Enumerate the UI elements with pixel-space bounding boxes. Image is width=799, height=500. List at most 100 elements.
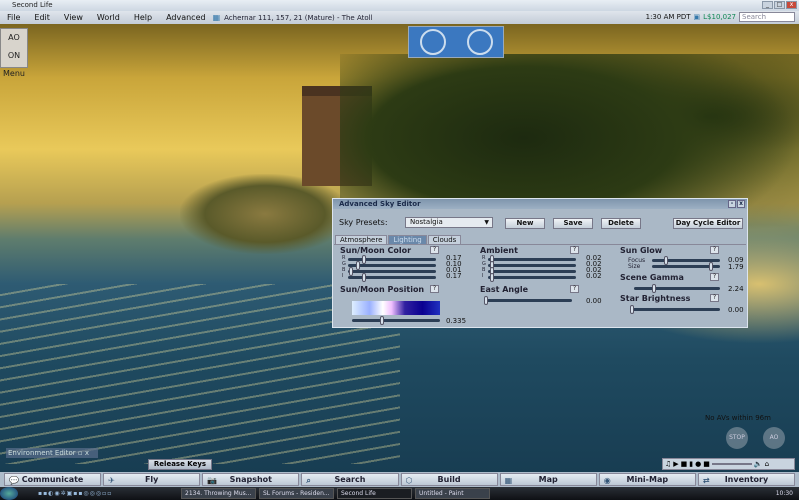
toolbar-snapshot-button[interactable]: 📷 Snapshot bbox=[202, 473, 300, 486]
toolbar-fly-button[interactable]: ✈ Fly bbox=[103, 473, 201, 486]
menu-file[interactable]: File bbox=[0, 13, 27, 22]
buy-currency-icon[interactable]: ▣ bbox=[694, 13, 701, 21]
play-icon[interactable]: ▶ bbox=[673, 460, 678, 468]
parcel-icon[interactable]: ▦ bbox=[213, 13, 221, 22]
minimize-panel-button[interactable]: - bbox=[728, 200, 736, 208]
day-cycle-editor-button[interactable]: Day Cycle Editor bbox=[673, 218, 743, 229]
ao-menu-button[interactable]: Menu bbox=[1, 65, 27, 83]
media-stop-icon[interactable]: ■ bbox=[703, 460, 710, 468]
slider-handle[interactable] bbox=[489, 273, 494, 282]
toolbar-build-button[interactable]: ⬡ Build bbox=[400, 473, 498, 486]
slider-handle[interactable] bbox=[356, 261, 361, 270]
ambient-b-slider[interactable] bbox=[488, 267, 576, 276]
restore-icon[interactable]: ▫ bbox=[78, 449, 83, 457]
toolbar-icon: ⌕ bbox=[306, 476, 311, 485]
channel-label: I bbox=[342, 273, 344, 279]
panel-title: Advanced Sky Editor bbox=[339, 200, 421, 208]
slider-handle[interactable] bbox=[348, 267, 353, 276]
stop-flying-button[interactable]: STOP bbox=[726, 427, 748, 449]
toolbar-communicate-button[interactable]: 💬 Communicate bbox=[4, 473, 102, 486]
slider-handle[interactable] bbox=[484, 296, 488, 305]
toolbar-icon: ◉ bbox=[603, 476, 611, 485]
slider-handle[interactable] bbox=[380, 316, 385, 325]
speaker-icon[interactable]: 🔈 bbox=[754, 460, 763, 468]
slider-handle[interactable] bbox=[362, 273, 367, 282]
release-keys-button[interactable]: Release Keys bbox=[148, 459, 212, 470]
tab-lighting[interactable]: Lighting bbox=[388, 235, 427, 244]
radar-status: No AVs within 96m bbox=[705, 414, 771, 422]
tab-clouds[interactable]: Clouds bbox=[427, 235, 462, 244]
sun-moon-color-b-slider[interactable] bbox=[348, 267, 436, 276]
help-button[interactable]: ? bbox=[430, 285, 439, 293]
sun-moon-color-i-slider[interactable] bbox=[348, 273, 436, 282]
toolbar-inventory-button[interactable]: ⇄ Inventory bbox=[697, 473, 795, 486]
volume-slider[interactable] bbox=[711, 463, 752, 465]
sun-moon-color-r-slider[interactable] bbox=[348, 255, 436, 264]
camera-controls[interactable] bbox=[408, 26, 504, 58]
taskbar-item[interactable]: Second Life bbox=[337, 488, 412, 499]
ambient-r-slider[interactable] bbox=[488, 255, 576, 264]
menu-view[interactable]: View bbox=[57, 13, 90, 22]
slider-handle[interactable] bbox=[362, 255, 367, 264]
menu-edit[interactable]: Edit bbox=[27, 13, 57, 22]
pan-control[interactable] bbox=[466, 29, 493, 55]
maximize-button[interactable]: □ bbox=[774, 1, 785, 9]
sun-moon-position-slider[interactable] bbox=[352, 316, 440, 325]
channel-value: 0.02 bbox=[586, 272, 602, 280]
save-button[interactable]: Save bbox=[553, 218, 593, 229]
menu-advanced[interactable]: Advanced bbox=[159, 13, 213, 22]
minimize-button[interactable]: _ bbox=[762, 1, 773, 9]
sun-moon-color-g-slider[interactable] bbox=[348, 261, 436, 270]
ao-button[interactable]: AO bbox=[763, 427, 785, 449]
balance[interactable]: L$10,027 bbox=[703, 13, 736, 21]
slider-handle[interactable] bbox=[652, 284, 657, 293]
orbit-control[interactable] bbox=[419, 29, 446, 55]
expand-icon[interactable]: ⌂ bbox=[765, 460, 769, 468]
scene-gamma-value: 2.24 bbox=[728, 285, 744, 293]
start-button[interactable] bbox=[0, 487, 18, 500]
close-icon[interactable]: x bbox=[85, 449, 89, 457]
ambient-i-slider[interactable] bbox=[488, 273, 576, 282]
menu-world[interactable]: World bbox=[90, 13, 127, 22]
ao-hud[interactable]: AO ON Menu bbox=[0, 28, 28, 78]
media-controls: ♫ ▶ ■ ▮ ● ■ 🔈 ⌂ bbox=[662, 458, 795, 470]
delete-button[interactable]: Delete bbox=[601, 218, 641, 229]
taskbar-item[interactable]: SL Forums - Residen... bbox=[259, 488, 334, 499]
taskbar-item[interactable]: 2134. Throwing Mus... bbox=[181, 488, 256, 499]
stop-icon[interactable]: ■ bbox=[681, 460, 688, 468]
media-icon[interactable]: ▮ bbox=[689, 460, 693, 468]
east-angle-slider[interactable] bbox=[484, 296, 572, 305]
help-button[interactable]: ? bbox=[430, 246, 439, 254]
help-button[interactable]: ? bbox=[570, 246, 579, 254]
help-button[interactable]: ? bbox=[570, 285, 579, 293]
taskbar-item[interactable]: Untitled - Paint bbox=[415, 488, 490, 499]
ambient-g-slider[interactable] bbox=[488, 261, 576, 270]
sun-glow-size-slider[interactable] bbox=[652, 262, 720, 271]
toolbar-mini-map-button[interactable]: ◉ Mini-Map bbox=[598, 473, 696, 486]
help-button[interactable]: ? bbox=[710, 273, 719, 281]
close-panel-button[interactable]: x bbox=[737, 200, 745, 208]
ao-on-button[interactable]: AO ON bbox=[1, 29, 27, 65]
music-icon[interactable]: ♫ bbox=[665, 460, 671, 468]
menu-help[interactable]: Help bbox=[127, 13, 159, 22]
panel-header[interactable]: Advanced Sky Editor -x bbox=[333, 199, 747, 209]
slider-handle[interactable] bbox=[709, 262, 714, 271]
slider-handle[interactable] bbox=[630, 305, 634, 314]
quick-launch-icons[interactable]: ▪▪◐◉✲▣▪▪◎◎◎▫▫ bbox=[38, 490, 178, 497]
toolbar-label: Communicate bbox=[21, 475, 84, 484]
toolbar-map-button[interactable]: ▦ Map bbox=[499, 473, 597, 486]
search-input[interactable]: Search bbox=[739, 12, 795, 22]
media-play-icon[interactable]: ● bbox=[695, 460, 701, 468]
toolbar-search-button[interactable]: ⌕ Search bbox=[301, 473, 399, 486]
location-text[interactable]: Achernar 111, 157, 21 (Mature) - The Ato… bbox=[224, 14, 372, 22]
scene-gamma-slider[interactable] bbox=[634, 284, 720, 293]
help-button[interactable]: ? bbox=[710, 246, 719, 254]
tab-atmosphere[interactable]: Atmosphere bbox=[335, 235, 388, 244]
star-brightness-slider[interactable] bbox=[630, 305, 720, 314]
sky-presets-dropdown[interactable]: Nostalgia ▼ bbox=[405, 217, 493, 228]
close-button[interactable]: x bbox=[786, 1, 797, 9]
help-button[interactable]: ? bbox=[710, 294, 719, 302]
slider-handle[interactable] bbox=[663, 256, 668, 265]
environment-editor-minimized[interactable]: Environment Editor ▫ x bbox=[6, 448, 98, 458]
new-button[interactable]: New bbox=[505, 218, 545, 229]
